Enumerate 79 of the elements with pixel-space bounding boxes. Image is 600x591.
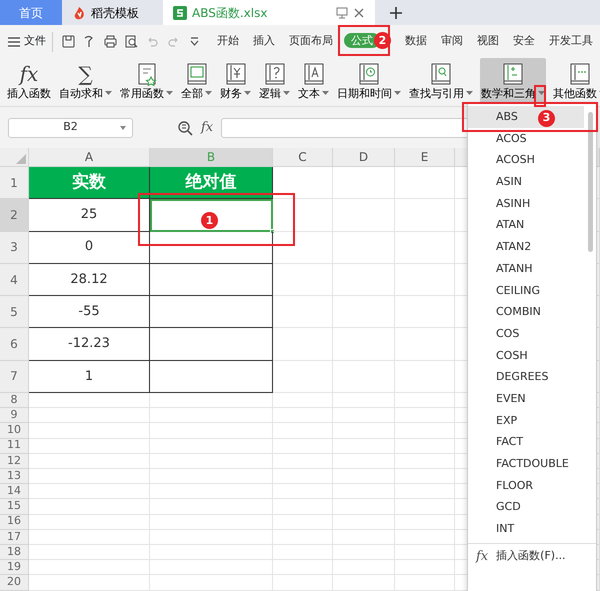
step-badge: 1 — [201, 212, 218, 230]
menu-item[interactable]: INT — [468, 518, 584, 540]
row-header[interactable]: 19 — [0, 560, 29, 576]
table-cell: -12.23 — [29, 328, 150, 361]
row-header[interactable]: 15 — [0, 499, 29, 515]
ribbon-tab[interactable]: 安全 — [506, 33, 542, 48]
menu-item[interactable]: EVEN — [468, 388, 584, 410]
row-header[interactable]: 12 — [0, 454, 29, 470]
ribbon-tab[interactable]: 插入 — [246, 33, 282, 48]
function-glyph: ∑ — [78, 62, 93, 86]
header-cell: 绝对值 — [150, 167, 273, 200]
ribbon-button[interactable]: 逻辑 — [258, 58, 291, 106]
table-cell: -55 — [29, 296, 150, 328]
row-header[interactable]: 16 — [0, 514, 29, 530]
column-header[interactable]: C — [273, 148, 333, 167]
menu-item[interactable]: ASIN — [468, 171, 584, 193]
ribbon-button[interactable]: ∑ 自动求和 — [58, 58, 113, 106]
ribbon-button[interactable]: 查找与引用 — [408, 58, 474, 106]
row-header[interactable]: 5 — [0, 296, 29, 328]
ribbon-tab[interactable]: 数据 — [398, 33, 434, 48]
name-box[interactable]: B2 — [8, 118, 133, 138]
menu-item[interactable]: FACT — [468, 431, 584, 453]
row-header[interactable]: 14 — [0, 484, 29, 500]
menu-item[interactable]: EXP — [468, 410, 584, 432]
row-header[interactable]: 11 — [0, 438, 29, 454]
function-glyph: fx — [20, 62, 38, 86]
menu-item[interactable]: ACOS — [468, 128, 584, 150]
row-header[interactable]: 1 — [0, 167, 29, 200]
row-header[interactable]: 7 — [0, 360, 29, 394]
row-header[interactable]: 13 — [0, 469, 29, 484]
ribbon-tab[interactable]: 开发工具 — [542, 33, 600, 48]
ribbon-tab[interactable]: 视图 — [470, 33, 506, 48]
ribbon-button[interactable]: 文本 — [297, 58, 330, 106]
menu-item[interactable]: ATAN2 — [468, 236, 584, 258]
row-header[interactable]: 9 — [0, 408, 29, 424]
ribbon-tab[interactable]: 审阅 — [434, 33, 470, 48]
ribbon-button[interactable]: fx 插入函数 — [6, 58, 52, 106]
menu-item[interactable]: FLOOR — [468, 474, 584, 496]
row-header[interactable]: 10 — [0, 423, 29, 439]
file-menu-button[interactable]: 文件 — [8, 33, 46, 50]
menu-item[interactable]: FACTDOUBLE — [468, 453, 584, 475]
document-tab[interactable]: ABS函数.xlsx — [163, 0, 375, 25]
row-header[interactable]: 4 — [0, 264, 29, 296]
row-header[interactable]: 18 — [0, 544, 29, 560]
table-cell: 28.12 — [29, 264, 150, 296]
menu-item[interactable]: GCD — [468, 496, 584, 518]
menu-item[interactable]: COS — [468, 322, 584, 345]
ribbon-button[interactable]: 财务 — [219, 58, 252, 106]
column-header[interactable]: E — [395, 148, 455, 167]
ribbon-tab[interactable]: 页面布局 — [282, 33, 340, 48]
row-header[interactable]: 20 — [0, 575, 29, 591]
row-header[interactable]: 17 — [0, 530, 29, 545]
column-header[interactable]: A — [29, 148, 150, 167]
menu-item[interactable]: COMBIN — [468, 301, 584, 323]
table-cell: 1 — [29, 360, 150, 394]
row-header[interactable]: 2 — [0, 199, 29, 232]
function-glyph[interactable]: fx — [201, 118, 214, 138]
row-header[interactable]: 3 — [0, 232, 29, 264]
menu-item[interactable]: ATANH — [468, 258, 584, 280]
header-cell: 实数 — [29, 167, 150, 200]
function-glyph: fx — [476, 548, 488, 566]
menu-item[interactable]: DEGREES — [468, 366, 584, 388]
row-header[interactable]: 6 — [0, 328, 29, 361]
column-header[interactable]: D — [333, 148, 395, 167]
menu-item[interactable]: ACOSH — [468, 149, 584, 172]
menu-item[interactable]: CEILING — [468, 280, 584, 302]
insert-function-item[interactable]: fx 插入函数(F)... — [468, 542, 596, 569]
menu-item[interactable]: COSH — [468, 344, 584, 366]
ribbon-button[interactable]: 日期和时间 — [336, 58, 402, 106]
menu-item[interactable]: ATAN — [468, 214, 584, 236]
ribbon-button[interactable]: 其他函数 — [552, 58, 600, 106]
ribbon-tab[interactable]: 开始 — [210, 33, 246, 48]
ribbon-button[interactable]: 全部 — [180, 58, 213, 106]
menu-item[interactable]: ASINH — [468, 192, 584, 214]
ribbon-button[interactable]: 常用函数 — [119, 58, 174, 106]
row-header[interactable]: 8 — [0, 393, 29, 408]
table-cell: 25 — [29, 199, 150, 232]
menu-item-label: 插入函数(F)... — [496, 548, 566, 564]
table-cell: 0 — [29, 232, 150, 264]
